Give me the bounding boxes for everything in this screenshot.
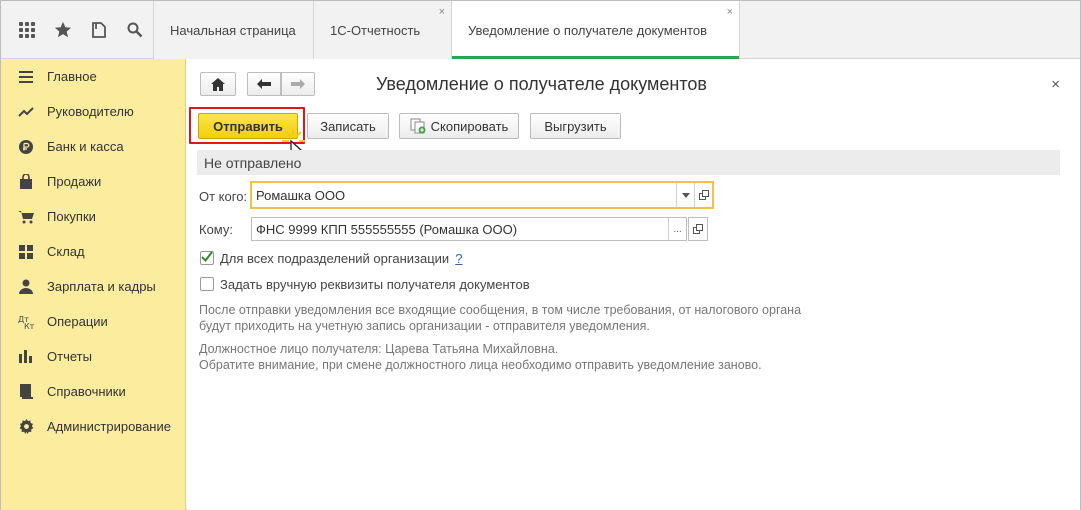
hint-line: Должностное лицо получателя: Царева Тать… bbox=[199, 342, 559, 356]
hint-notification: После отправки уведомления все входящие … bbox=[199, 302, 801, 334]
close-icon[interactable]: × bbox=[439, 7, 445, 18]
arrow-right-icon bbox=[291, 79, 305, 89]
sidebar-item-label: Продажи bbox=[47, 174, 102, 189]
debit-credit-icon: Дт Кт bbox=[17, 313, 35, 331]
gear-icon bbox=[17, 418, 35, 436]
top-toolbar bbox=[1, 1, 153, 59]
open-button[interactable] bbox=[688, 217, 708, 241]
help-link[interactable]: ? bbox=[455, 251, 462, 266]
to-label: Кому: bbox=[199, 222, 233, 237]
search-icon[interactable] bbox=[117, 12, 153, 48]
from-label: От кого: bbox=[199, 189, 248, 204]
sidebar-item-references[interactable]: Справочники bbox=[1, 374, 185, 409]
tab-notification[interactable]: Уведомление о получателе документов × bbox=[451, 1, 740, 59]
arrow-left-icon bbox=[257, 79, 271, 89]
sidebar-item-manager[interactable]: Руководителю bbox=[1, 94, 185, 129]
sidebar-item-label: Отчеты bbox=[47, 349, 92, 364]
shopping-bag-icon bbox=[17, 173, 35, 191]
close-icon[interactable]: × bbox=[1051, 76, 1060, 93]
sidebar-item-main[interactable]: Главное bbox=[1, 59, 185, 94]
home-button[interactable] bbox=[200, 72, 236, 96]
sidebar-item-label: Справочники bbox=[47, 384, 126, 399]
all-divisions-checkbox[interactable] bbox=[200, 251, 214, 265]
hint-line: После отправки уведомления все входящие … bbox=[199, 303, 802, 317]
favorites-star-icon[interactable] bbox=[45, 12, 81, 48]
sidebar-item-label: Покупки bbox=[47, 209, 96, 224]
hint-official: Должностное лицо получателя: Царева Тать… bbox=[199, 341, 762, 373]
export-button[interactable]: Выгрузить bbox=[530, 113, 621, 139]
book-icon bbox=[17, 383, 35, 401]
save-button[interactable]: Записать bbox=[307, 113, 389, 139]
hint-line: Обратите внимание, при смене должностног… bbox=[199, 358, 762, 372]
sidebar-item-label: Руководителю bbox=[47, 104, 134, 119]
copy-button[interactable]: Скопировать bbox=[399, 113, 519, 139]
status-text: Не отправлено bbox=[204, 154, 302, 171]
sidebar-item-administration[interactable]: Администрирование bbox=[1, 409, 185, 444]
top-bar: Начальная страница 1С-Отчетность × Уведо… bbox=[1, 1, 1080, 59]
sidebar-item-bank[interactable]: Банк и касса bbox=[1, 129, 185, 164]
open-window-icon bbox=[698, 190, 709, 200]
bar-chart-icon bbox=[17, 348, 35, 366]
tab-1c-reporting[interactable]: 1С-Отчетность × bbox=[313, 1, 451, 59]
all-divisions-text: Для всех подразделений организации bbox=[220, 251, 450, 266]
sidebar-item-salary[interactable]: Зарплата и кадры bbox=[1, 269, 185, 304]
dropdown-button[interactable] bbox=[676, 183, 694, 207]
tab-label: Уведомление о получателе документов bbox=[468, 22, 708, 38]
copy-button-label: Скопировать bbox=[430, 118, 509, 134]
cart-icon bbox=[17, 208, 35, 226]
to-field-value: ФНС 9999 КПП 555555555 (Ромашка ООО) bbox=[256, 221, 518, 237]
person-icon bbox=[17, 278, 35, 296]
chevron-down-icon bbox=[681, 192, 690, 198]
trend-chart-icon bbox=[17, 103, 35, 121]
close-icon[interactable]: × bbox=[727, 7, 733, 18]
sidebar-item-label: Склад bbox=[47, 244, 85, 259]
open-window-icon bbox=[693, 224, 703, 234]
hint-line: будут приходить на учетную запись органи… bbox=[199, 319, 650, 333]
sidebar-item-purchases[interactable]: Покупки bbox=[1, 199, 185, 234]
tab-label: Начальная страница bbox=[170, 22, 296, 38]
sidebar-item-label: Операции bbox=[47, 314, 108, 329]
status-bar: Не отправлено bbox=[197, 150, 1060, 175]
to-field[interactable]: ФНС 9999 КПП 555555555 (Ромашка ООО) ... bbox=[251, 217, 687, 241]
warehouse-grid-icon bbox=[17, 243, 35, 261]
checkmark-icon bbox=[201, 251, 213, 263]
svg-text:Кт: Кт bbox=[24, 322, 34, 330]
apps-grid-icon[interactable] bbox=[9, 12, 45, 48]
all-divisions-label: Для всех подразделений организации? bbox=[220, 251, 462, 266]
manual-requisites-checkbox[interactable] bbox=[200, 277, 214, 291]
sidebar-item-operations[interactable]: Дт Кт Операции bbox=[1, 304, 185, 339]
ruble-coin-icon bbox=[17, 138, 35, 156]
tab-home[interactable]: Начальная страница bbox=[153, 1, 313, 59]
manual-requisites-label: Задать вручную реквизиты получателя доку… bbox=[220, 277, 530, 292]
sidebar-item-reports[interactable]: Отчеты bbox=[1, 339, 185, 374]
back-button[interactable] bbox=[247, 72, 281, 96]
page-title: Уведомление о получателе документов bbox=[376, 74, 707, 94]
form-area: Уведомление о получателе документов × От… bbox=[187, 59, 1080, 510]
from-field-value: Ромашка ООО bbox=[256, 187, 346, 203]
forward-button[interactable] bbox=[281, 72, 315, 96]
tab-bar: Начальная страница 1С-Отчетность × Уведо… bbox=[153, 1, 740, 59]
select-button[interactable]: ... bbox=[668, 218, 686, 240]
home-icon bbox=[211, 77, 225, 91]
open-button[interactable] bbox=[694, 183, 712, 207]
menu-lines-icon bbox=[17, 68, 35, 86]
sidebar: Главное Руководителю Банк и касса Продаж… bbox=[1, 59, 186, 510]
sidebar-item-label: Зарплата и кадры bbox=[47, 279, 156, 294]
from-field[interactable]: Ромашка ООО bbox=[250, 181, 714, 209]
history-icon[interactable] bbox=[81, 12, 117, 48]
copy-icon bbox=[410, 118, 426, 134]
sidebar-item-warehouse[interactable]: Склад bbox=[1, 234, 185, 269]
tab-label: 1С-Отчетность bbox=[330, 22, 421, 38]
sidebar-item-label: Администрирование bbox=[47, 419, 171, 434]
sidebar-item-label: Банк и касса bbox=[47, 139, 124, 154]
sidebar-item-sales[interactable]: Продажи bbox=[1, 164, 185, 199]
app-window: Начальная страница 1С-Отчетность × Уведо… bbox=[0, 0, 1081, 510]
sidebar-item-label: Главное bbox=[47, 69, 97, 84]
